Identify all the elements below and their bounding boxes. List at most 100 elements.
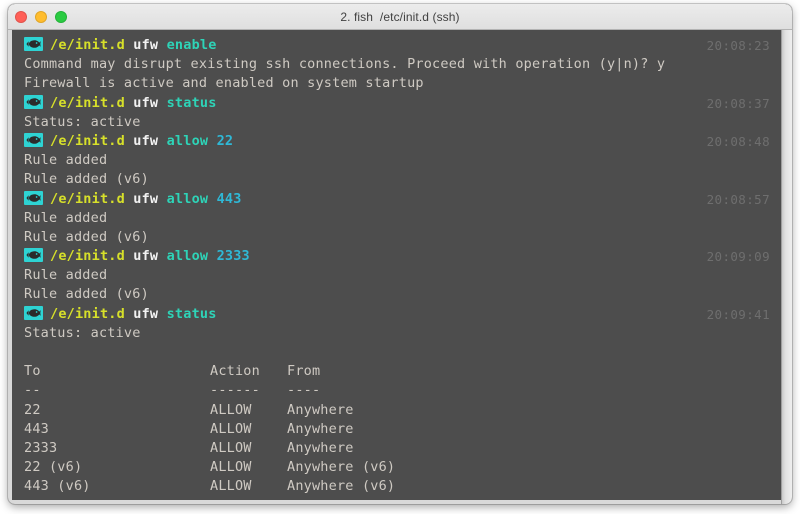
cell-from: ---- xyxy=(287,382,320,398)
table-row: 2333ALLOWAnywhere xyxy=(12,439,792,458)
cell-action: ALLOW xyxy=(210,420,287,439)
cell-to: 22 xyxy=(24,401,210,420)
output-text: Rule added xyxy=(24,152,107,168)
vertical-scrollbar[interactable] xyxy=(781,30,792,504)
prompt-command: ufw xyxy=(133,37,158,53)
table-row: 443 (v6)ALLOWAnywhere (v6) xyxy=(12,477,792,496)
traffic-light-group xyxy=(15,4,67,30)
output-line: Rule added (v6) xyxy=(12,228,792,247)
prompt-argument: 22 xyxy=(217,133,234,149)
output-text: Rule added xyxy=(24,210,107,226)
titlebar[interactable]: 2. fish /etc/init.d (ssh) xyxy=(8,4,792,30)
line-timestamp: 20:08:23 xyxy=(707,36,770,55)
cell-action: ALLOW xyxy=(210,439,287,458)
output-text: Command may disrupt existing ssh connect… xyxy=(24,56,665,72)
prompt-subcommand: allow xyxy=(167,191,209,207)
prompt-cwd: /e/init.d xyxy=(50,306,125,322)
cell-action: ALLOW xyxy=(210,477,287,496)
table-row: 22ALLOWAnywhere xyxy=(12,401,792,420)
cell-to: 2333 (v6) xyxy=(24,497,210,501)
table-row: ToActionFrom xyxy=(12,362,792,381)
fish-glyph xyxy=(26,38,41,50)
zoom-button[interactable] xyxy=(55,11,67,23)
output-line: Rule added xyxy=(12,151,792,170)
table-row: 2333 (v6)ALLOWAnywhere (v6) xyxy=(12,497,792,501)
prompt-subcommand: status xyxy=(167,95,217,111)
fish-icon xyxy=(24,306,43,320)
output-line: Rule added (v6) xyxy=(12,285,792,304)
fish-icon xyxy=(24,191,43,205)
close-button[interactable] xyxy=(15,11,27,23)
prompt-line: /e/init.d ufw allow 2333 20:09:09 xyxy=(12,247,792,266)
terminal-output[interactable]: /e/init.d ufw enable 20:08:23 Command may … xyxy=(12,30,792,500)
cell-action: ------ xyxy=(210,381,287,400)
fish-icon xyxy=(24,95,43,109)
prompt-line: /e/init.d ufw enable 20:08:23 xyxy=(12,36,792,55)
prompt-cwd: /e/init.d xyxy=(50,248,125,264)
cell-action: ALLOW xyxy=(210,401,287,420)
fish-glyph xyxy=(26,307,41,319)
cell-from: From xyxy=(287,363,320,379)
table-row: 443ALLOWAnywhere xyxy=(12,420,792,439)
prompt-line: /e/init.d ufw allow 443 20:08:57 xyxy=(12,190,792,209)
prompt-command: ufw xyxy=(133,191,158,207)
cell-from: Anywhere (v6) xyxy=(287,498,395,501)
prompt-cwd: /e/init.d xyxy=(50,37,125,53)
prompt-cwd: /e/init.d xyxy=(50,95,125,111)
cell-action: ALLOW xyxy=(210,497,287,501)
output-line: Rule added xyxy=(12,266,792,285)
prompt-command: ufw xyxy=(133,133,158,149)
output-text: Status: active xyxy=(24,325,141,341)
cell-to: 2333 xyxy=(24,439,210,458)
prompt-cwd: /e/init.d xyxy=(50,191,125,207)
line-timestamp: 20:09:09 xyxy=(707,247,770,266)
output-line: Status: active xyxy=(12,113,792,132)
cell-from: Anywhere xyxy=(287,421,354,437)
minimize-button[interactable] xyxy=(35,11,47,23)
fish-glyph xyxy=(26,192,41,204)
prompt-command: ufw xyxy=(133,306,158,322)
prompt-subcommand: allow xyxy=(167,133,209,149)
output-line: Rule added (v6) xyxy=(12,170,792,189)
prompt-subcommand: status xyxy=(167,306,217,322)
cell-to: 22 (v6) xyxy=(24,458,210,477)
output-line: Status: active xyxy=(12,324,792,343)
prompt-argument: 443 xyxy=(217,191,242,207)
cell-to: 443 (v6) xyxy=(24,477,210,496)
window-title: 2. fish /etc/init.d (ssh) xyxy=(8,10,792,24)
cell-from: Anywhere (v6) xyxy=(287,459,395,475)
prompt-line: /e/init.d ufw status 20:09:41 xyxy=(12,305,792,324)
fish-icon xyxy=(24,37,43,51)
output-line: Command may disrupt existing ssh connect… xyxy=(12,55,792,74)
line-timestamp: 20:08:48 xyxy=(707,132,770,151)
terminal-frame: /e/init.d ufw enable 20:08:23 Command may … xyxy=(8,30,792,504)
output-text: Rule added xyxy=(24,267,107,283)
fish-glyph xyxy=(26,96,41,108)
cell-from: Anywhere xyxy=(287,440,354,456)
cell-from: Anywhere xyxy=(287,402,354,418)
terminal-window: 2. fish /etc/init.d (ssh) /e/init.d ufw … xyxy=(8,4,792,504)
prompt-subcommand: allow xyxy=(167,248,209,264)
cell-to: 443 xyxy=(24,420,210,439)
line-timestamp: 20:08:37 xyxy=(707,94,770,113)
output-text: Status: active xyxy=(24,114,141,130)
prompt-command: ufw xyxy=(133,248,158,264)
output-text: Firewall is active and enabled on system… xyxy=(24,75,424,91)
fish-icon xyxy=(24,248,43,262)
cell-action: ALLOW xyxy=(210,458,287,477)
fish-glyph xyxy=(26,249,41,261)
line-timestamp: 20:08:57 xyxy=(707,190,770,209)
prompt-cwd: /e/init.d xyxy=(50,133,125,149)
prompt-command: ufw xyxy=(133,95,158,111)
prompt-line: /e/init.d ufw allow 22 20:08:48 xyxy=(12,132,792,151)
blank-line xyxy=(12,343,792,362)
output-text: Rule added (v6) xyxy=(24,171,149,187)
line-timestamp: 20:09:41 xyxy=(707,305,770,324)
fish-icon xyxy=(24,133,43,147)
output-text: Rule added (v6) xyxy=(24,286,149,302)
cell-from: Anywhere (v6) xyxy=(287,478,395,494)
prompt-subcommand: enable xyxy=(167,37,217,53)
cell-to: To xyxy=(24,362,210,381)
prompt-argument: 2333 xyxy=(217,248,250,264)
table-row: ------------ xyxy=(12,381,792,400)
